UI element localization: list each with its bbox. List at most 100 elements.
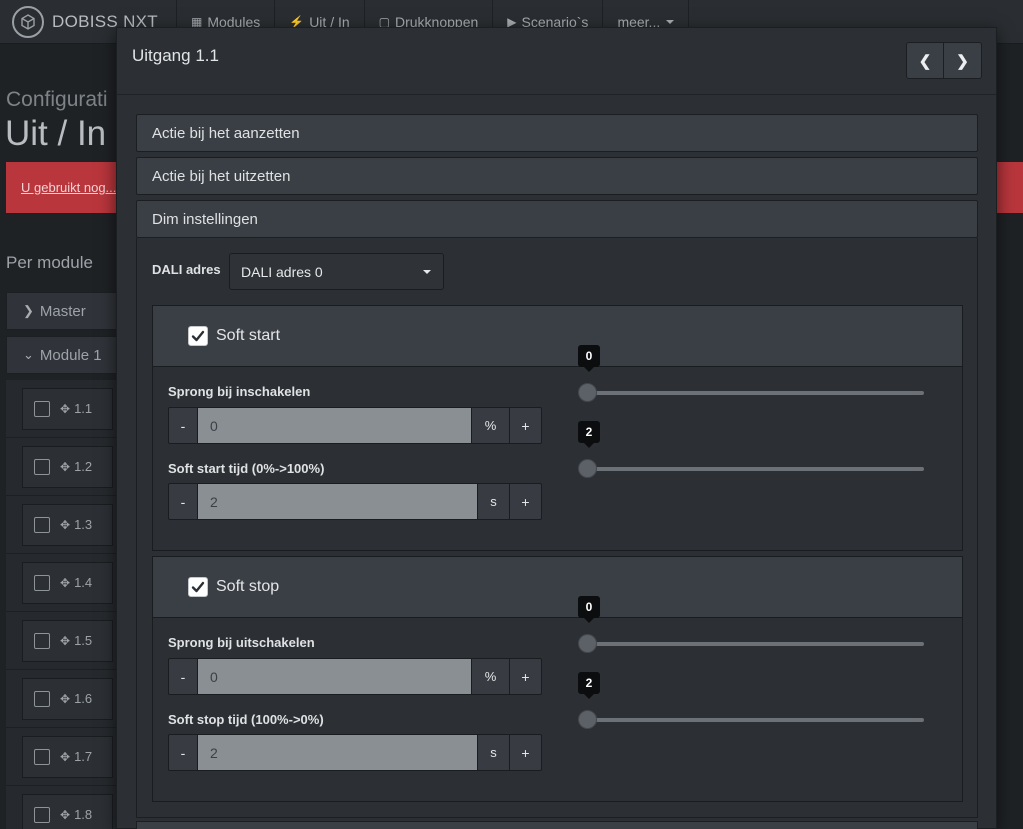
module-label: Master: [39, 302, 86, 320]
output-item[interactable]: ✥ 1.1: [22, 387, 113, 430]
next-button[interactable]: ❯: [944, 42, 982, 79]
row-checkbox[interactable]: [34, 458, 50, 475]
slider-handle[interactable]: 2: [578, 421, 600, 478]
soft-start-tijd-stepper: - 2 s +: [168, 483, 542, 520]
row-checkbox[interactable]: [34, 806, 50, 823]
move-icon[interactable]: ✥: [60, 692, 70, 706]
slider-track[interactable]: [587, 642, 924, 646]
alert-link[interactable]: U gebruikt nog...: [21, 180, 116, 195]
unit-label: %: [471, 658, 509, 695]
soft-stop-header: Soft stop: [153, 557, 962, 618]
move-icon[interactable]: ✥: [60, 402, 70, 416]
move-icon[interactable]: ✥: [60, 518, 70, 532]
soft-stop-tijd-slider[interactable]: 2: [578, 672, 924, 729]
slider-track[interactable]: [587, 718, 924, 722]
checkmark-icon: [191, 330, 205, 342]
previous-button[interactable]: ❮: [906, 42, 944, 79]
decrement-button[interactable]: -: [168, 483, 198, 520]
soft-start-section: Soft start Sprong bij inschakelen - 0 % …: [152, 305, 963, 551]
unit-label: s: [477, 483, 509, 520]
soft-start-header: Soft start: [153, 306, 962, 367]
output-item[interactable]: ✥ 1.8: [22, 793, 113, 829]
panel-actie-uitzetten[interactable]: Actie bij het uitzetten: [136, 157, 978, 195]
soft-start-tijd-label: Soft start tijd (0%->100%): [168, 461, 325, 476]
panel-dim-instellingen[interactable]: Dim instellingen: [136, 200, 978, 238]
decrement-button[interactable]: -: [168, 658, 198, 695]
page-subtitle: Configurati: [6, 88, 108, 111]
increment-button[interactable]: +: [509, 734, 542, 771]
caret-down-icon: [423, 270, 431, 274]
slider-track[interactable]: [587, 391, 924, 395]
output-item[interactable]: ✥ 1.2: [22, 445, 113, 488]
move-icon[interactable]: ✥: [60, 808, 70, 822]
soft-stop-tijd-input[interactable]: 2: [198, 734, 477, 771]
decrement-button[interactable]: -: [168, 734, 198, 771]
soft-start-tijd-slider[interactable]: 2: [578, 421, 924, 478]
list-item: ✥ 1.4: [6, 554, 126, 612]
module-list: ❯ Master ⌄ Module 1 ✥ 1.1 ✥ 1.2 ✥ 1.3 ✥ 1.4 …: [6, 292, 126, 829]
move-icon[interactable]: ✥: [60, 576, 70, 590]
soft-start-checkbox[interactable]: [188, 326, 208, 346]
slider-handle[interactable]: 0: [578, 345, 600, 402]
soft-stop-checkbox[interactable]: [188, 577, 208, 597]
next-panel-header[interactable]: [136, 821, 978, 829]
dali-address-value: DALI adres 0: [241, 263, 323, 280]
sprong-inschakelen-slider[interactable]: 0: [578, 345, 924, 402]
output-item[interactable]: ✥ 1.7: [22, 735, 113, 778]
row-checkbox[interactable]: [34, 748, 50, 765]
chevron-right-icon: ❯: [956, 52, 969, 70]
row-label: 1.5: [74, 633, 93, 648]
sprong-inschakelen-input[interactable]: 0: [198, 407, 471, 444]
row-label: 1.4: [74, 575, 93, 590]
output-item[interactable]: ✥ 1.3: [22, 503, 113, 546]
slider-handle[interactable]: 2: [578, 672, 600, 729]
output-item[interactable]: ✥ 1.5: [22, 619, 113, 662]
dali-address-select[interactable]: DALI adres 0: [229, 253, 444, 290]
row-checkbox[interactable]: [34, 632, 50, 649]
soft-stop-tijd-stepper: - 2 s +: [168, 734, 542, 771]
slider-tooltip: 0: [578, 345, 600, 372]
row-checkbox[interactable]: [34, 690, 50, 707]
module-header-module-1[interactable]: ⌄ Module 1: [6, 336, 126, 374]
sprong-uitschakelen-label: Sprong bij uitschakelen: [168, 635, 315, 650]
slider-track[interactable]: [587, 467, 924, 471]
row-label: 1.1: [74, 401, 93, 416]
row-label: 1.2: [74, 459, 93, 474]
row-label: 1.6: [74, 691, 93, 706]
move-icon[interactable]: ✥: [60, 460, 70, 474]
increment-button[interactable]: +: [509, 658, 542, 695]
unit-label: %: [471, 407, 509, 444]
move-icon[interactable]: ✥: [60, 750, 70, 764]
dali-address-label: DALI adres: [152, 262, 221, 277]
row-label: 1.8: [74, 807, 93, 822]
sprong-uitschakelen-slider[interactable]: 0: [578, 596, 924, 653]
output-settings-modal: Uitgang 1.1 ❮ ❯ Actie bij het aanzetten …: [116, 27, 997, 829]
soft-start-tijd-input[interactable]: 2: [198, 483, 477, 520]
decrement-button[interactable]: -: [168, 407, 198, 444]
increment-button[interactable]: +: [509, 407, 542, 444]
row-checkbox[interactable]: [34, 516, 50, 533]
slider-handle[interactable]: 0: [578, 596, 600, 653]
page-title: Uit / In: [5, 114, 107, 153]
sprong-inschakelen-label: Sprong bij inschakelen: [168, 384, 311, 399]
move-icon[interactable]: ✥: [60, 634, 70, 648]
output-item[interactable]: ✥ 1.6: [22, 677, 113, 720]
module-header-master[interactable]: ❯ Master: [6, 292, 126, 330]
caret-down-icon: [666, 19, 675, 24]
output-item[interactable]: ✥ 1.4: [22, 561, 113, 604]
soft-start-title: Soft start: [216, 327, 281, 344]
dim-settings-body: DALI adres DALI adres 0 Soft start Spron…: [136, 238, 978, 818]
sprong-uitschakelen-input[interactable]: 0: [198, 658, 471, 695]
soft-stop-tijd-label: Soft stop tijd (100%->0%): [168, 712, 324, 727]
slider-tooltip: 2: [578, 672, 600, 699]
soft-stop-title: Soft stop: [216, 578, 280, 595]
per-module-heading: Per module: [6, 253, 93, 272]
soft-stop-section: Soft stop Sprong bij uitschakelen - 0 % …: [152, 556, 963, 802]
row-checkbox[interactable]: [34, 574, 50, 591]
panel-actie-aanzetten[interactable]: Actie bij het aanzetten: [136, 114, 978, 152]
increment-button[interactable]: +: [509, 483, 542, 520]
list-item: ✥ 1.6: [6, 670, 126, 728]
row-checkbox[interactable]: [34, 400, 50, 417]
modal-header: Uitgang 1.1 ❮ ❯: [117, 28, 996, 95]
chevron-right-icon: ❯: [23, 303, 34, 318]
